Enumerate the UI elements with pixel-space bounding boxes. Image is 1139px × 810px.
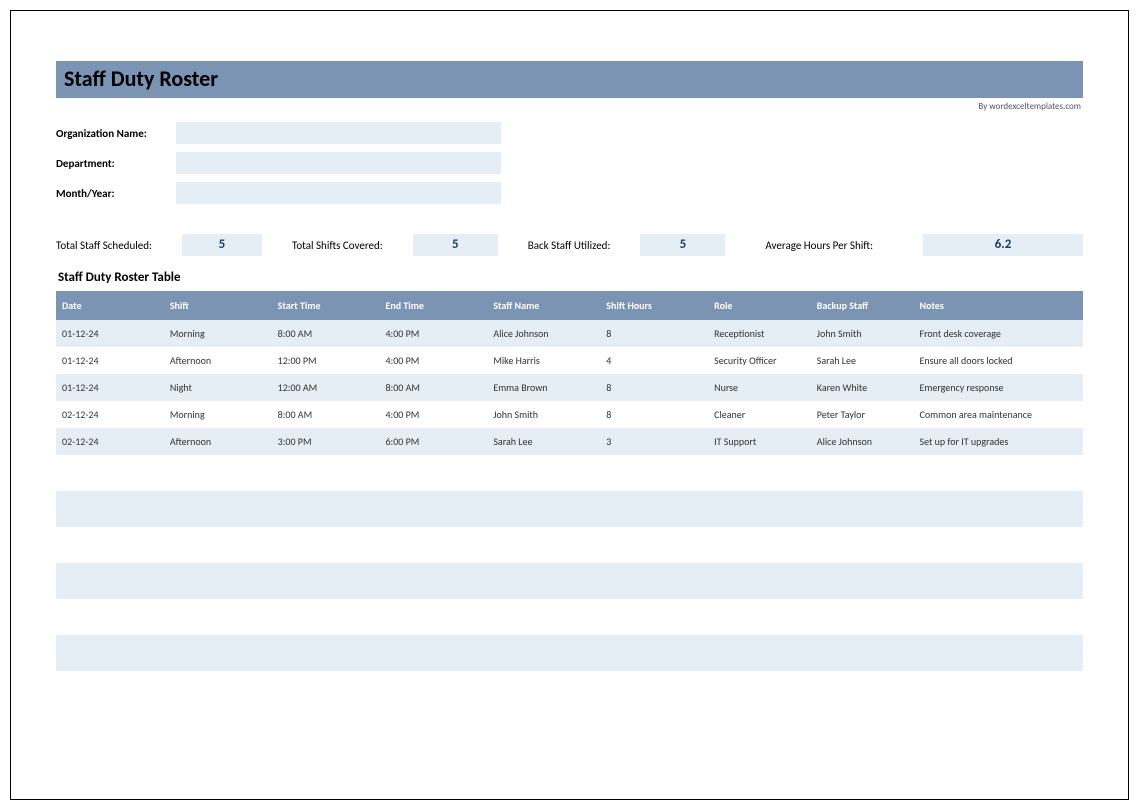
- cell-backup: Peter Taylor: [811, 401, 914, 428]
- cell-end: 4:00 PM: [379, 320, 487, 347]
- total-shifts-label: Total Shifts Covered:: [292, 239, 383, 252]
- cell-start: 8:00 AM: [272, 401, 380, 428]
- col-start: Start Time: [272, 291, 380, 320]
- credit-text: By wordexceltemplates.com: [56, 98, 1083, 112]
- table-row: [56, 635, 1083, 671]
- table-row: [56, 599, 1083, 635]
- cell-backup: Sarah Lee: [811, 347, 914, 374]
- cell-name: Mike Harris: [487, 347, 600, 374]
- cell-empty: [56, 599, 1083, 635]
- cell-start: 3:00 PM: [272, 428, 380, 455]
- cell-hours: 3: [600, 428, 708, 455]
- cell-hours: 8: [600, 401, 708, 428]
- table-row: 01-12-24Afternoon12:00 PM4:00 PMMike Har…: [56, 347, 1083, 374]
- cell-date: 01-12-24: [56, 347, 164, 374]
- cell-hours: 4: [600, 347, 708, 374]
- cell-date: 02-12-24: [56, 401, 164, 428]
- table-row: [56, 563, 1083, 599]
- cell-notes: Set up for IT upgrades: [913, 428, 1083, 455]
- cell-name: Emma Brown: [487, 374, 600, 401]
- org-label: Organization Name:: [56, 127, 176, 140]
- cell-end: 4:00 PM: [379, 347, 487, 374]
- cell-empty: [56, 455, 1083, 491]
- org-input[interactable]: [176, 122, 501, 144]
- col-shift: Shift: [164, 291, 272, 320]
- dept-label: Department:: [56, 157, 176, 170]
- cell-role: IT Support: [708, 428, 811, 455]
- cell-empty: [56, 527, 1083, 563]
- cell-end: 4:00 PM: [379, 401, 487, 428]
- col-date: Date: [56, 291, 164, 320]
- cell-notes: Emergency response: [913, 374, 1083, 401]
- cell-end: 6:00 PM: [379, 428, 487, 455]
- avg-hours-value: 6.2: [923, 234, 1083, 256]
- cell-empty: [56, 635, 1083, 671]
- total-staff-label: Total Staff Scheduled:: [56, 239, 152, 252]
- cell-role: Cleaner: [708, 401, 811, 428]
- cell-shift: Morning: [164, 320, 272, 347]
- col-notes: Notes: [913, 291, 1083, 320]
- cell-shift: Night: [164, 374, 272, 401]
- table-row: 01-12-24Night12:00 AM8:00 AMEmma Brown8N…: [56, 374, 1083, 401]
- col-role: Role: [708, 291, 811, 320]
- cell-start: 12:00 AM: [272, 374, 380, 401]
- table-row: 02-12-24Afternoon3:00 PM6:00 PMSarah Lee…: [56, 428, 1083, 455]
- field-month-year: Month/Year:: [56, 182, 1083, 204]
- month-input[interactable]: [176, 182, 501, 204]
- cell-shift: Afternoon: [164, 347, 272, 374]
- table-row: [56, 671, 1083, 707]
- field-department: Department:: [56, 152, 1083, 174]
- col-end: End Time: [379, 291, 487, 320]
- back-staff-label: Back Staff Utilized:: [528, 239, 611, 252]
- cell-empty: [56, 563, 1083, 599]
- cell-backup: Alice Johnson: [811, 428, 914, 455]
- cell-notes: Front desk coverage: [913, 320, 1083, 347]
- cell-start: 12:00 PM: [272, 347, 380, 374]
- col-hours: Shift Hours: [600, 291, 708, 320]
- col-name: Staff Name: [487, 291, 600, 320]
- cell-role: Receptionist: [708, 320, 811, 347]
- cell-role: Security Officer: [708, 347, 811, 374]
- cell-date: 01-12-24: [56, 320, 164, 347]
- table-section-title: Staff Duty Roster Table: [58, 270, 1083, 285]
- table-row: [56, 455, 1083, 491]
- cell-empty: [56, 491, 1083, 527]
- cell-role: Nurse: [708, 374, 811, 401]
- table-header-row: Date Shift Start Time End Time Staff Nam…: [56, 291, 1083, 320]
- field-organization: Organization Name:: [56, 122, 1083, 144]
- cell-hours: 8: [600, 320, 708, 347]
- page-frame: Staff Duty Roster By wordexceltemplates.…: [10, 10, 1129, 800]
- table-row: [56, 527, 1083, 563]
- table-row: [56, 491, 1083, 527]
- month-label: Month/Year:: [56, 187, 176, 200]
- cell-date: 02-12-24: [56, 428, 164, 455]
- cell-hours: 8: [600, 374, 708, 401]
- dept-input[interactable]: [176, 152, 501, 174]
- cell-name: John Smith: [487, 401, 600, 428]
- cell-notes: Common area maintenance: [913, 401, 1083, 428]
- total-staff-value: 5: [182, 234, 262, 256]
- avg-hours-label: Average Hours Per Shift:: [765, 239, 873, 252]
- cell-backup: John Smith: [811, 320, 914, 347]
- cell-date: 01-12-24: [56, 374, 164, 401]
- table-row: 02-12-24Morning8:00 AM4:00 PMJohn Smith8…: [56, 401, 1083, 428]
- cell-shift: Morning: [164, 401, 272, 428]
- cell-shift: Afternoon: [164, 428, 272, 455]
- cell-backup: Karen White: [811, 374, 914, 401]
- page-title: Staff Duty Roster: [56, 61, 1083, 98]
- back-staff-value: 5: [640, 234, 725, 256]
- roster-table: Date Shift Start Time End Time Staff Nam…: [56, 291, 1083, 707]
- stats-row: Total Staff Scheduled: 5 Total Shifts Co…: [56, 234, 1083, 256]
- cell-end: 8:00 AM: [379, 374, 487, 401]
- cell-empty: [56, 671, 1083, 707]
- cell-name: Sarah Lee: [487, 428, 600, 455]
- cell-name: Alice Johnson: [487, 320, 600, 347]
- cell-notes: Ensure all doors locked: [913, 347, 1083, 374]
- total-shifts-value: 5: [413, 234, 498, 256]
- col-backup: Backup Staff: [811, 291, 914, 320]
- table-row: 01-12-24Morning8:00 AM4:00 PMAlice Johns…: [56, 320, 1083, 347]
- cell-start: 8:00 AM: [272, 320, 380, 347]
- form-fields: Organization Name: Department: Month/Yea…: [56, 122, 1083, 204]
